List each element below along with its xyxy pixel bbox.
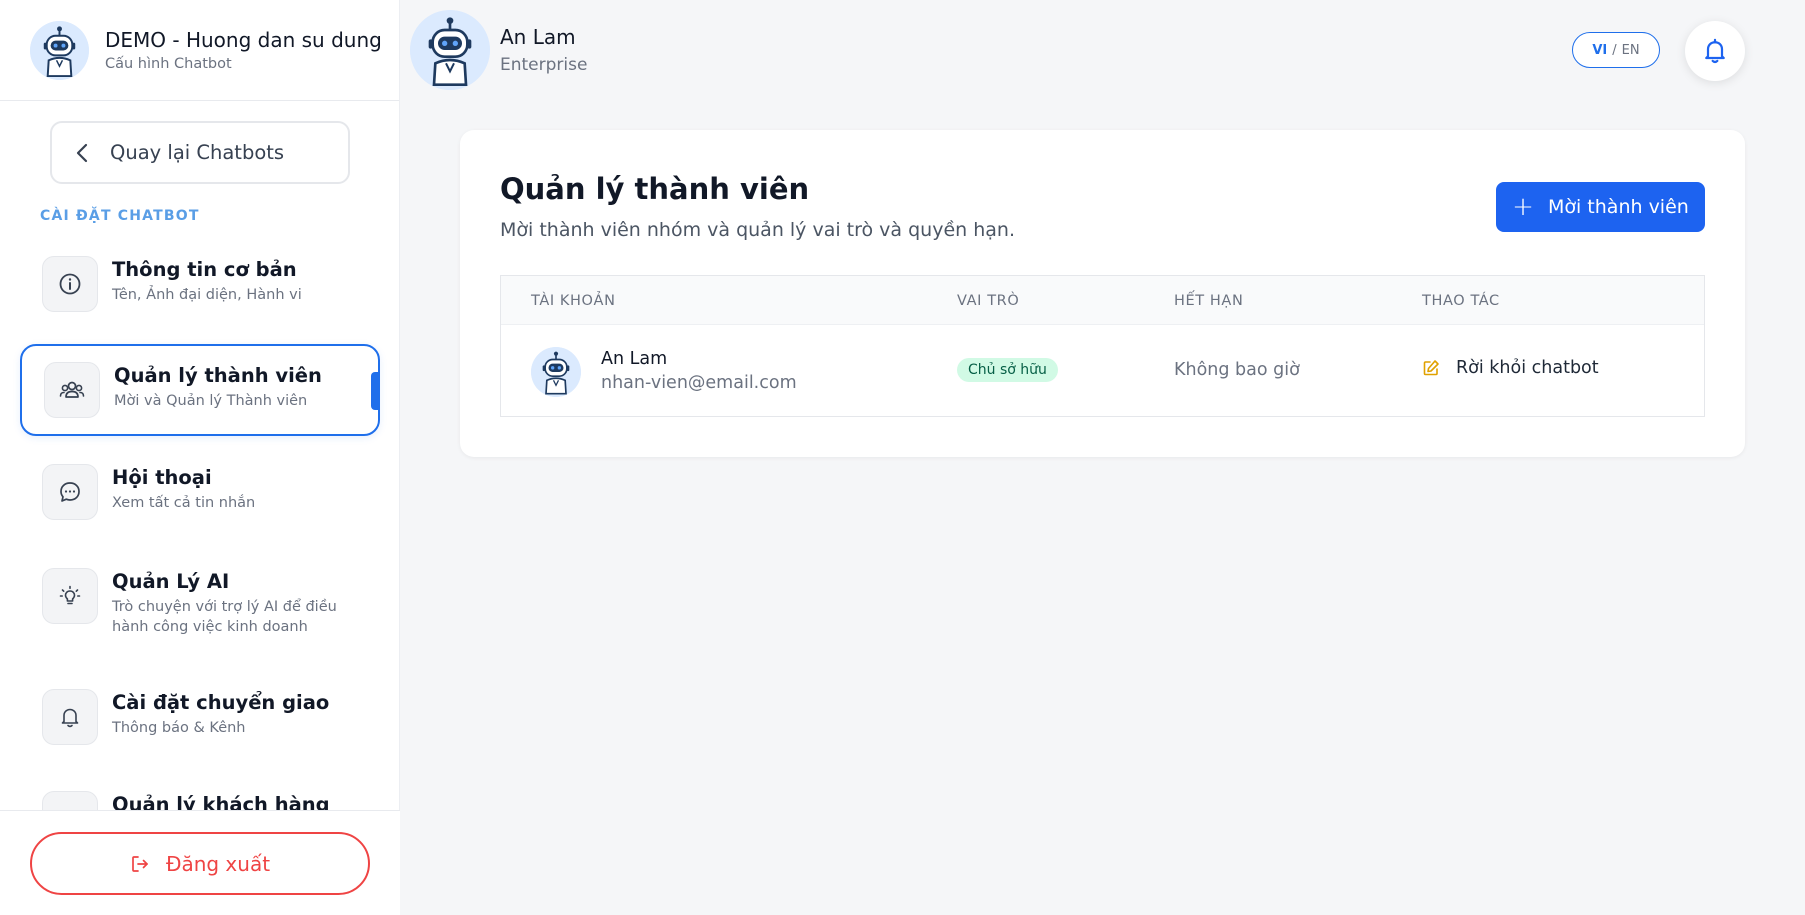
sidebar-item-title: Quản lý khách hàng tiềm (112, 793, 330, 810)
lang-vi[interactable]: VI (1592, 43, 1607, 58)
chatbot-subtitle: Cấu hình Chatbot (105, 56, 232, 72)
column-header-role: VAI TRÒ (957, 293, 1020, 309)
chatbot-title: DEMO - Huong dan su dung (105, 28, 382, 52)
lang-en[interactable]: EN (1622, 43, 1640, 58)
sidebar-item-title: Quản Lý AI (112, 570, 230, 593)
sidebar-item-desc: Tên, Ảnh đại diện, Hành vi (112, 287, 302, 303)
back-button-label: Quay lại Chatbots (110, 141, 285, 164)
notifications-button[interactable] (1685, 21, 1745, 81)
robot-icon (30, 20, 89, 80)
robot-icon (410, 10, 490, 90)
sidebar-item-desc: Xem tất cả tin nhắn (112, 495, 256, 511)
sidebar-item-handover-settings[interactable]: Cài đặt chuyển giao Thông báo & Kênh (20, 673, 380, 761)
sidebar-item-conversations[interactable]: Hội thoại Xem tất cả tin nhắn (20, 448, 380, 536)
column-header-actions: THAO TÁC (1422, 293, 1500, 309)
chevron-left-icon (76, 143, 88, 163)
role-badge: Chủ sở hữu (957, 358, 1058, 382)
users-icon (44, 362, 100, 418)
invite-button-label: Mời thành viên (1547, 196, 1689, 218)
logout-icon (132, 855, 148, 872)
sidebar-menu: Thông tin cơ bản Tên, Ảnh đại diện, Hành… (0, 240, 400, 810)
sidebar-item-title: Quản lý thành viên (114, 364, 322, 387)
leave-chatbot-label: Rời khỏi chatbot (1456, 358, 1599, 378)
sidebar-item-title: Hội thoại (112, 466, 212, 489)
sidebar-header: DEMO - Huong dan su dung Cấu hình Chatbo… (0, 0, 399, 101)
sidebar-item-title: Thông tin cơ bản (112, 258, 297, 281)
lightbulb-icon (42, 568, 98, 624)
chatbot-avatar (30, 20, 89, 80)
language-toggle[interactable]: VI / EN (1572, 32, 1660, 68)
column-header-account: TÀI KHOẢN (531, 293, 616, 309)
sidebar: DEMO - Huong dan su dung Cấu hình Chatbo… (0, 0, 400, 915)
bell-icon (42, 689, 98, 745)
sidebar-item-basic-info[interactable]: Thông tin cơ bản Tên, Ảnh đại diện, Hành… (20, 240, 380, 328)
page-subtitle: Mời thành viên nhóm và quản lý vai trò v… (500, 219, 1015, 241)
sidebar-item-leads[interactable]: Quản lý khách hàng tiềm (20, 775, 380, 810)
user-avatar (410, 10, 490, 90)
table-header: TÀI KHOẢN VAI TRÒ HẾT HẠN THAO TÁC (501, 276, 1704, 325)
logout-area: Đăng xuất (0, 810, 400, 915)
invite-member-button[interactable]: + Mời thành viên (1496, 182, 1705, 232)
user-plan: Enterprise (500, 55, 588, 75)
robot-icon (531, 347, 581, 397)
logout-label: Đăng xuất (165, 851, 271, 876)
logout-button[interactable]: Đăng xuất (30, 832, 370, 895)
sidebar-item-ai-management[interactable]: Quản Lý AI Trò chuyện với trợ lý AI để đ… (20, 552, 380, 653)
members-table: TÀI KHOẢN VAI TRÒ HẾT HẠN THAO TÁC An La… (500, 275, 1705, 417)
plus-icon: + (1512, 192, 1534, 222)
sidebar-item-title: Cài đặt chuyển giao (112, 691, 330, 714)
edit-icon (1423, 360, 1439, 376)
sidebar-item-desc: Thông báo & Kênh (112, 720, 246, 736)
page-title: Quản lý thành viên (500, 172, 810, 206)
members-card: Quản lý thành viên Mời thành viên nhóm v… (460, 130, 1745, 457)
section-label: CÀI ĐẶT CHATBOT (40, 208, 200, 224)
sidebar-item-desc: Trò chuyện với trợ lý AI để điều hành cô… (112, 599, 337, 635)
sidebar-item-members[interactable]: Quản lý thành viên Mời và Quản lý Thành … (20, 344, 380, 436)
bell-icon (1705, 38, 1725, 64)
member-expiry: Không bao giờ (1174, 360, 1300, 380)
current-user: An Lam Enterprise (410, 10, 587, 90)
leads-icon (42, 791, 98, 810)
member-name: An Lam (601, 349, 668, 369)
chat-icon (42, 464, 98, 520)
info-icon (42, 256, 98, 312)
sidebar-item-desc: Mời và Quản lý Thành viên (114, 393, 308, 409)
member-avatar (531, 347, 581, 397)
lang-separator: / (1612, 42, 1617, 58)
member-email: nhan-vien@email.com (601, 373, 797, 393)
back-to-chatbots-button[interactable]: Quay lại Chatbots (50, 121, 350, 184)
table-row: An Lam nhan-vien@email.com Chủ sở hữu Kh… (501, 325, 1704, 417)
leave-chatbot-button[interactable]: Rời khỏi chatbot (1422, 358, 1599, 378)
user-name: An Lam (500, 25, 576, 49)
column-header-expires: HẾT HẠN (1174, 293, 1244, 309)
